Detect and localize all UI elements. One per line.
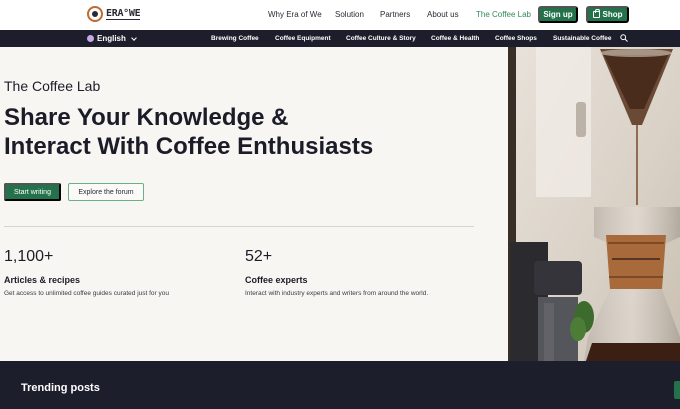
stat-articles-label: Articles & recipes	[4, 275, 81, 285]
brand-logo[interactable]: ERA°WE	[87, 6, 141, 22]
nav-link-the-coffee-lab[interactable]: The Coffee Lab	[476, 10, 531, 19]
stat-articles-number: 1,100+	[4, 248, 54, 265]
hero-divider	[4, 226, 474, 227]
start-writing-button[interactable]: Start writing	[4, 183, 61, 201]
stat-articles-description: Get access to unlimited coffee guides cu…	[4, 290, 169, 297]
trending-scroll-button[interactable]	[674, 381, 680, 399]
shop-button[interactable]: Shop	[586, 6, 629, 23]
language-label: English	[97, 34, 126, 43]
category-sustainable-coffee[interactable]: Sustainable Coffee	[553, 35, 612, 42]
nav-link-why-era-of-we[interactable]: Why Era of We	[268, 10, 322, 19]
shop-button-label: Shop	[602, 10, 623, 19]
category-coffee-health[interactable]: Coffee & Health	[431, 35, 479, 42]
stat-experts-description: Interact with industry experts and write…	[245, 290, 429, 297]
hero-title-line-2: Interact With Coffee Enthusiasts	[4, 133, 374, 160]
search-icon[interactable]	[620, 34, 628, 42]
category-coffee-shops[interactable]: Coffee Shops	[495, 35, 537, 42]
category-coffee-equipment[interactable]: Coffee Equipment	[275, 35, 331, 42]
nav-link-partners[interactable]: Partners	[380, 10, 410, 19]
category-bar: English Brewing Coffee Coffee Equipment …	[0, 30, 680, 47]
stat-experts-label: Coffee experts	[245, 275, 308, 285]
logo-text: ERA°WE	[106, 8, 141, 20]
logo-mark-icon	[87, 6, 103, 22]
language-selector[interactable]: English	[87, 34, 137, 43]
trending-title: Trending posts	[21, 382, 100, 394]
flag-icon	[87, 35, 94, 42]
shopping-bag-icon	[592, 9, 600, 18]
signup-button[interactable]: Sign up	[538, 6, 578, 23]
coffee-brewing-illustration	[508, 47, 680, 361]
stat-experts-number: 52+	[245, 248, 273, 265]
top-navigation: ERA°WE Why Era of We Solution Partners A…	[0, 0, 680, 30]
hero-section	[0, 47, 508, 361]
nav-link-solution[interactable]: Solution	[335, 10, 364, 19]
nav-link-about-us[interactable]: About us	[427, 10, 459, 19]
category-coffee-culture-story[interactable]: Coffee Culture & Story	[346, 35, 416, 42]
chevron-down-icon	[131, 34, 137, 41]
category-brewing-coffee[interactable]: Brewing Coffee	[211, 35, 259, 42]
hero-title: Share Your Knowledge & Interact With Cof…	[4, 103, 484, 161]
hero-coffee-image	[508, 47, 680, 361]
trending-section: Trending posts	[0, 361, 680, 409]
explore-forum-button[interactable]: Explore the forum	[68, 183, 144, 201]
hero-label: The Coffee Lab	[4, 78, 101, 94]
hero-title-line-1: Share Your Knowledge &	[4, 104, 289, 131]
